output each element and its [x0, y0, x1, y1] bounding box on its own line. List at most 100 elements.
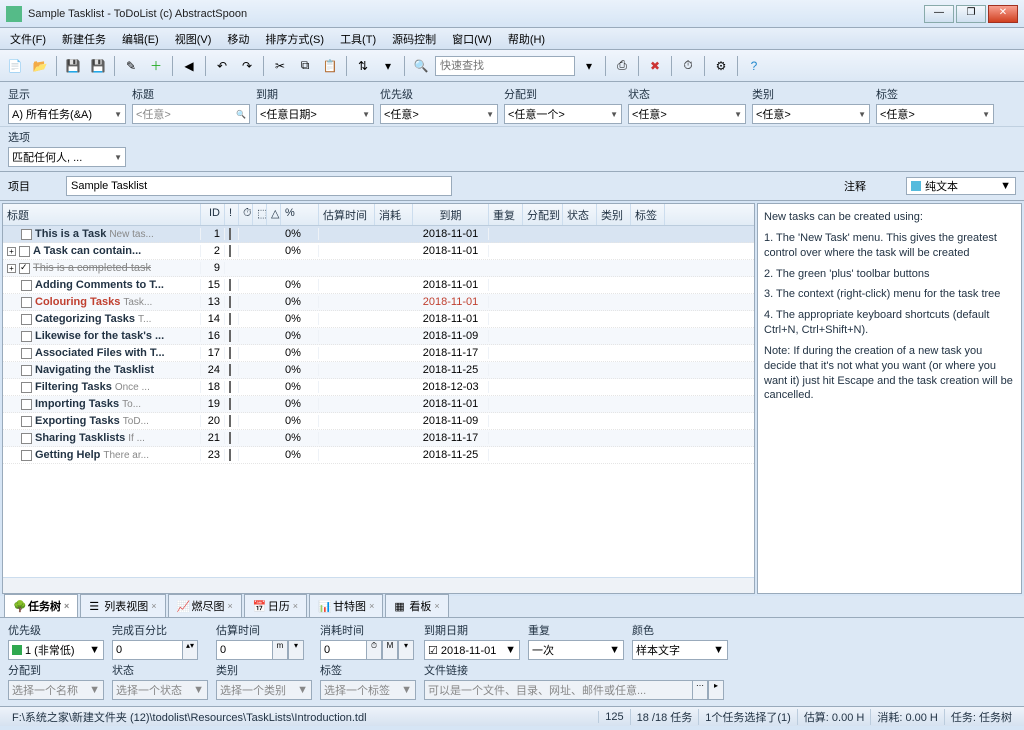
col-pct[interactable]: %: [281, 204, 319, 225]
maximize-button[interactable]: ❐: [956, 5, 986, 23]
table-row[interactable]: Categorizing Tasks T...140%2018-11-01: [3, 311, 754, 328]
filter-option-combo[interactable]: 匹配任何人, ...▼: [8, 147, 126, 167]
edit-priority-combo[interactable]: 1 (非常低)▼: [8, 640, 104, 660]
tb-new-icon[interactable]: 📄: [4, 55, 26, 77]
tb-searchdown-icon[interactable]: ▾: [578, 55, 600, 77]
view-tab[interactable]: 📅日历 ×: [244, 594, 307, 617]
tb-cut-icon[interactable]: ✂: [269, 55, 291, 77]
task-checkbox[interactable]: [21, 416, 32, 427]
edit-spent-clock-icon[interactable]: ⏱: [366, 640, 382, 660]
edit-est-input[interactable]: 0: [216, 640, 272, 660]
col-flag-icon[interactable]: △: [267, 204, 281, 225]
task-checkbox[interactable]: [19, 263, 30, 274]
close-button[interactable]: ✕: [988, 5, 1018, 23]
menu-file[interactable]: 文件(F): [2, 29, 54, 49]
tb-sortdown-icon[interactable]: ▾: [377, 55, 399, 77]
tb-open-icon[interactable]: 📂: [29, 55, 51, 77]
edit-spent-input[interactable]: 0: [320, 640, 366, 660]
table-row[interactable]: Filtering Tasks Once ...180%2018-12-03: [3, 379, 754, 396]
filter-status-combo[interactable]: <任意>▼: [628, 104, 746, 124]
view-tab[interactable]: 📊甘特图 ×: [309, 594, 383, 617]
col-clock-icon[interactable]: ⏱: [239, 204, 253, 225]
edit-filelink-go[interactable]: ▸: [708, 680, 724, 700]
edit-status-combo[interactable]: 选择一个状态▼: [112, 680, 208, 700]
edit-color-combo[interactable]: 样本文字▼: [632, 640, 728, 660]
col-due[interactable]: 到期: [413, 204, 489, 225]
col-spent[interactable]: 消耗: [375, 204, 413, 225]
menu-edit[interactable]: 编辑(E): [114, 29, 167, 49]
col-title[interactable]: 标题: [3, 204, 201, 225]
col-est[interactable]: 估算时间: [319, 204, 375, 225]
tb-redo-icon[interactable]: ↷: [236, 55, 258, 77]
col-recur[interactable]: 重复: [489, 204, 523, 225]
task-checkbox[interactable]: [21, 399, 32, 410]
table-row[interactable]: Getting Help There ar...230%2018-11-25: [3, 447, 754, 464]
comments-body[interactable]: New tasks can be created using:1. The 'N…: [758, 204, 1021, 593]
tb-timer-icon[interactable]: ⏱: [677, 55, 699, 77]
project-input[interactable]: [66, 176, 452, 196]
edit-est-drop[interactable]: ▾: [288, 640, 304, 660]
view-tab[interactable]: ▦看板 ×: [385, 594, 448, 617]
filter-due-combo[interactable]: <任意日期>▼: [256, 104, 374, 124]
tb-undo-icon[interactable]: ↶: [211, 55, 233, 77]
tb-flag-icon[interactable]: ◀: [178, 55, 200, 77]
filter-show-combo[interactable]: A) 所有任务(&A)▼: [8, 104, 126, 124]
menu-sort[interactable]: 排序方式(S): [257, 29, 332, 49]
col-lock-icon[interactable]: ⬚: [253, 204, 267, 225]
table-row[interactable]: Associated Files with T...170%2018-11-17: [3, 345, 754, 362]
menu-tools[interactable]: 工具(T): [332, 29, 384, 49]
task-checkbox[interactable]: [21, 297, 32, 308]
table-row[interactable]: Likewise for the task's ...160%2018-11-0…: [3, 328, 754, 345]
tab-close-icon[interactable]: ×: [228, 601, 233, 611]
view-tab[interactable]: 📈燃尽图 ×: [168, 594, 242, 617]
tb-find-icon[interactable]: 🔍: [410, 55, 432, 77]
tb-sort-icon[interactable]: ⇅: [352, 55, 374, 77]
edit-filelink-browse[interactable]: ⋯: [692, 680, 708, 700]
edit-alloc-combo[interactable]: 选择一个名称▼: [8, 680, 104, 700]
tb-help-icon[interactable]: ?: [743, 55, 765, 77]
tb-print-icon[interactable]: ⎙: [611, 55, 633, 77]
tb-edit-icon[interactable]: ✎: [120, 55, 142, 77]
filter-priority-combo[interactable]: <任意>▼: [380, 104, 498, 124]
tab-close-icon[interactable]: ×: [369, 601, 374, 611]
tb-delete-icon[interactable]: ✖: [644, 55, 666, 77]
task-checkbox[interactable]: [21, 450, 32, 461]
table-row[interactable]: Exporting Tasks ToD...200%2018-11-09: [3, 413, 754, 430]
table-row[interactable]: Adding Comments to T...150%2018-11-01: [3, 277, 754, 294]
edit-tag-combo[interactable]: 选择一个标签▼: [320, 680, 416, 700]
tb-save-icon[interactable]: 💾: [62, 55, 84, 77]
menu-newtask[interactable]: 新建任务: [54, 29, 114, 49]
menu-move[interactable]: 移动: [219, 29, 257, 49]
edit-est-unit[interactable]: m: [272, 640, 288, 660]
menu-source[interactable]: 源码控制: [384, 29, 444, 49]
tb-saveall-icon[interactable]: 💾: [87, 55, 109, 77]
task-checkbox[interactable]: [21, 348, 32, 359]
table-row[interactable]: +A Task can contain...20%2018-11-01: [3, 243, 754, 260]
menu-help[interactable]: 帮助(H): [500, 29, 553, 49]
toolbar-search-input[interactable]: [435, 56, 575, 76]
task-checkbox[interactable]: [21, 365, 32, 376]
col-status[interactable]: 状态: [563, 204, 597, 225]
grid-hscroll[interactable]: [3, 577, 754, 593]
edit-spent-drop[interactable]: ▾: [398, 640, 414, 660]
tb-paste-icon[interactable]: 📋: [319, 55, 341, 77]
menu-window[interactable]: 窗口(W): [444, 29, 500, 49]
filter-alloc-combo[interactable]: <任意一个>▼: [504, 104, 622, 124]
edit-pct-spin[interactable]: ▴▾: [182, 640, 198, 660]
col-priority-icon[interactable]: !: [225, 204, 239, 225]
edit-filelink-input[interactable]: 可以是一个文件、目录、网址、邮件或任意...: [424, 680, 692, 700]
tb-addtask-icon[interactable]: ＋: [145, 55, 167, 77]
edit-category-combo[interactable]: 选择一个类别▼: [216, 680, 312, 700]
task-checkbox[interactable]: [21, 382, 32, 393]
table-row[interactable]: Sharing Tasklists If ...210%2018-11-17: [3, 430, 754, 447]
task-checkbox[interactable]: [21, 331, 32, 342]
menu-view[interactable]: 视图(V): [167, 29, 220, 49]
table-row[interactable]: Colouring Tasks Task...130%2018-11-01: [3, 294, 754, 311]
view-tab[interactable]: ☰列表视图 ×: [80, 594, 165, 617]
tree-expander[interactable]: +: [7, 264, 16, 273]
edit-recur-combo[interactable]: 一次▼: [528, 640, 624, 660]
edit-pct-input[interactable]: 0: [112, 640, 182, 660]
col-alloc[interactable]: 分配到: [523, 204, 563, 225]
table-row[interactable]: Importing Tasks To...190%2018-11-01: [3, 396, 754, 413]
table-row[interactable]: Navigating the Tasklist240%2018-11-25: [3, 362, 754, 379]
